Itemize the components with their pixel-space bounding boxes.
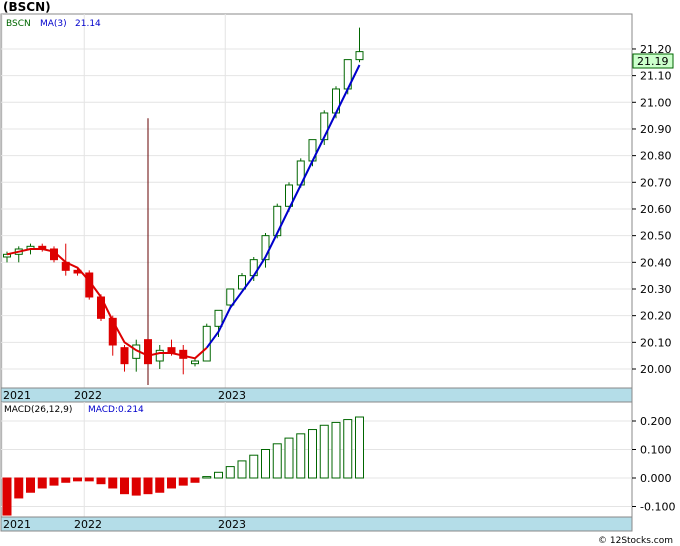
macd-bar [296, 433, 306, 479]
macd-bar [26, 477, 35, 493]
macd-label: MACD(26,12,9) [4, 405, 72, 415]
macd-bar [355, 416, 364, 479]
price-tick-label: 21.10 [640, 70, 672, 83]
macd-year-label: 2023 [218, 518, 246, 531]
candle-body [144, 339, 152, 365]
watermark: © 12Stocks.com [598, 536, 673, 546]
chart-title: (BSCN) [3, 0, 51, 14]
macd-tick-label: 0.200 [640, 415, 672, 428]
candle-body [355, 51, 364, 61]
candle-body [214, 309, 223, 327]
macd-bar [178, 477, 188, 486]
macd-bar [108, 477, 118, 489]
macd-bar [96, 477, 106, 485]
candle-body [120, 347, 129, 365]
legend-symbol: BSCN [6, 19, 31, 29]
macd-bar [167, 477, 176, 489]
macd-bar [272, 443, 282, 479]
macd-bar [190, 477, 200, 483]
price-year-label: 2022 [74, 389, 102, 402]
price-year-label: 2021 [3, 389, 31, 402]
price-year-label: 2023 [218, 389, 246, 402]
macd-bar [308, 429, 317, 479]
legend-ma-value: 21.14 [75, 19, 101, 29]
price-tick-label: 20.50 [640, 230, 672, 243]
macd-tick-label: 0.100 [640, 444, 672, 457]
price-tick-label: 20.10 [640, 336, 672, 349]
macd-bar [225, 466, 235, 479]
macd-bar [261, 449, 270, 479]
macd-bar [214, 471, 223, 479]
macd-bar [155, 477, 165, 493]
macd-bar [120, 477, 129, 495]
macd-bar [131, 477, 141, 496]
macd-year-label: 2022 [74, 518, 102, 531]
macd-bar [49, 477, 59, 486]
price-tick-label: 20.60 [640, 203, 672, 216]
macd-value-label: MACD:0.214 [88, 405, 144, 415]
price-tick-label: 20.90 [640, 123, 672, 136]
macd-bar [319, 424, 329, 479]
legend-ma-label: MA(3) [40, 19, 67, 29]
price-tick-label: 20.40 [640, 256, 672, 269]
macd-bar [61, 477, 71, 483]
price-tick-label: 20.30 [640, 283, 672, 296]
macd-axis: 0.200 0.100 0.000 -0.100 [632, 415, 675, 514]
macd-bar [2, 477, 12, 516]
price-axis: 21.2021.1021.0020.9020.8020.7020.6020.50… [632, 43, 672, 376]
candle-body [226, 288, 235, 306]
price-tick-label: 20.20 [640, 310, 672, 323]
price-tick-label: 20.80 [640, 150, 672, 163]
chart-canvas: 21.2021.1021.0020.9020.8020.7020.6020.50… [0, 0, 675, 546]
macd-bar [14, 477, 24, 499]
macd-tick-label: 0.000 [640, 472, 672, 485]
macd-bar [343, 419, 353, 479]
macd-bar [284, 437, 294, 479]
price-tick-label: 21.00 [640, 96, 672, 109]
price-panel [0, 13, 633, 389]
candle-body [191, 360, 199, 365]
macd-bar [84, 477, 94, 482]
macd-bar [331, 421, 341, 479]
macd-year-label: 2021 [3, 518, 31, 531]
macd-bar [237, 460, 247, 479]
macd-bar [73, 477, 82, 482]
price-tick-label: 20.00 [640, 363, 672, 376]
price-tick-label: 20.70 [640, 176, 672, 189]
macd-bar [37, 477, 47, 489]
macd-bar [249, 454, 259, 479]
macd-bar [202, 476, 212, 479]
macd-bar [143, 477, 153, 495]
macd-tick-label: -0.100 [640, 501, 675, 514]
last-price-label: 21.19 [637, 55, 669, 68]
candle-body [155, 349, 164, 362]
